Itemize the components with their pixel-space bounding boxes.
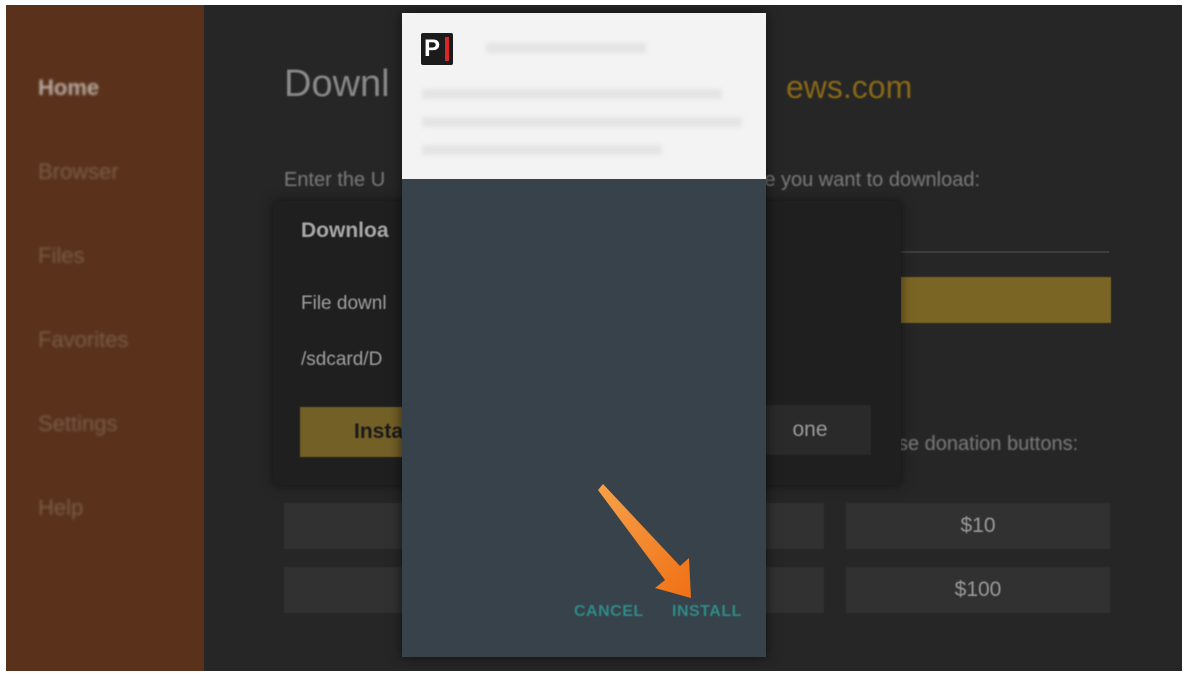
fire-tv-screen: Home Browser Files Favorites Settings He… bbox=[6, 5, 1182, 671]
cancel-button[interactable]: CANCEL bbox=[574, 603, 644, 621]
popup-actions: CANCEL INSTALL bbox=[402, 603, 766, 631]
go-button[interactable] bbox=[899, 277, 1111, 323]
donation-text: se donation buttons: bbox=[898, 433, 1079, 455]
downloader-install-label: Insta bbox=[354, 420, 404, 443]
install-popup: P CANCEL INSTALL bbox=[402, 13, 766, 657]
popup-text-blurred-3 bbox=[422, 145, 662, 155]
sidebar-item-browser[interactable]: Browser bbox=[38, 159, 119, 185]
download-dialog-title: Downloa bbox=[301, 219, 389, 242]
url-instruction-left: Enter the U bbox=[284, 169, 386, 191]
sidebar-item-favorites[interactable]: Favorites bbox=[38, 327, 128, 353]
done-label: one bbox=[792, 418, 828, 441]
popup-text-blurred-2 bbox=[422, 117, 742, 127]
sidebar-item-settings[interactable]: Settings bbox=[38, 411, 118, 437]
donation-button-10[interactable]: $10 bbox=[846, 503, 1110, 549]
popup-text-blurred-1 bbox=[422, 89, 722, 99]
page-title: Downl bbox=[284, 63, 390, 105]
url-input[interactable] bbox=[899, 251, 1109, 253]
download-message: File downl bbox=[301, 293, 387, 314]
install-button[interactable]: INSTALL bbox=[672, 603, 742, 621]
sidebar: Home Browser Files Favorites Settings He… bbox=[6, 5, 204, 671]
sidebar-item-help[interactable]: Help bbox=[38, 495, 83, 521]
popup-header: P bbox=[402, 13, 766, 179]
app-icon: P bbox=[421, 33, 453, 65]
app-name-blurred bbox=[486, 43, 646, 53]
page-title-domain: ews.com bbox=[786, 69, 913, 105]
sidebar-item-files[interactable]: Files bbox=[38, 243, 84, 269]
download-path: /sdcard/D bbox=[301, 349, 383, 370]
donation-button-100[interactable]: $100 bbox=[846, 567, 1110, 613]
sidebar-item-home[interactable]: Home bbox=[38, 75, 99, 101]
